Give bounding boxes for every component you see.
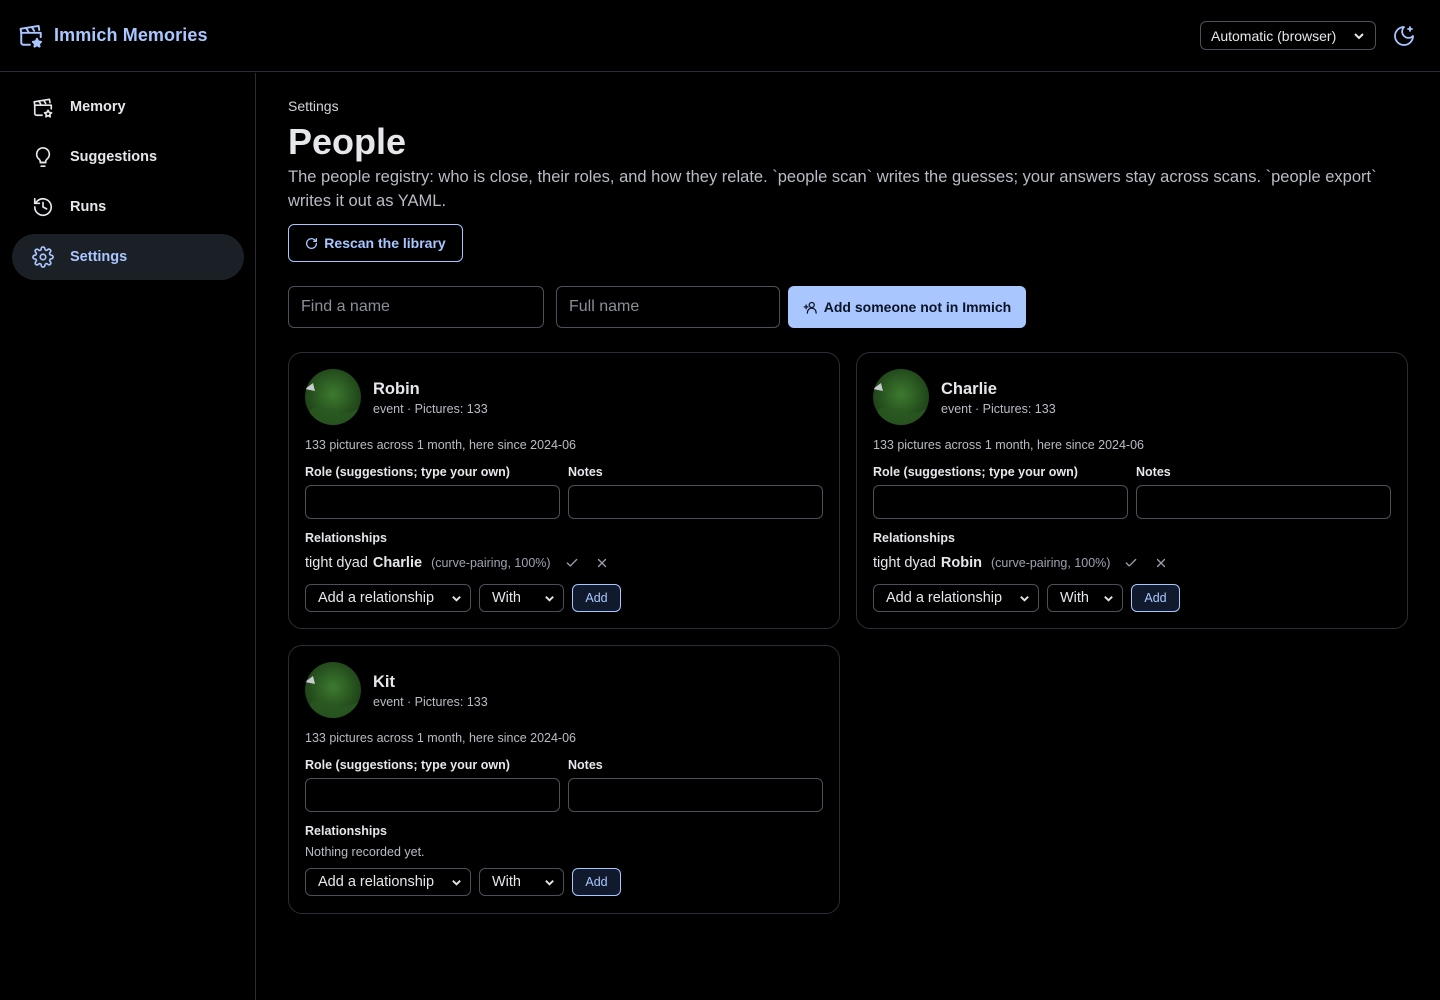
moon-star-icon[interactable] xyxy=(1392,24,1416,48)
page-description: The people registry: who is close, their… xyxy=(288,168,1377,210)
chevron-down-icon xyxy=(1020,595,1029,602)
add-relationship-value: Add a relationship xyxy=(886,590,1003,606)
with-person-value: With xyxy=(1060,590,1089,606)
notes-input[interactable] xyxy=(1136,485,1391,519)
add-relationship-select[interactable]: Add a relationship xyxy=(305,584,471,612)
breadcrumb: Settings xyxy=(288,98,339,114)
role-input[interactable] xyxy=(305,485,560,519)
theme-select[interactable]: Automatic (browser) xyxy=(1200,21,1376,50)
sidebar: Memory Suggestions Runs Settings xyxy=(0,73,256,1000)
relationships-label: Relationships xyxy=(305,531,387,545)
chevron-down-icon xyxy=(452,595,461,602)
sidebar-item-suggestions[interactable]: Suggestions xyxy=(12,134,244,180)
relationships-label: Relationships xyxy=(305,824,387,838)
sidebar-item-label: Runs xyxy=(70,199,107,215)
relationship-type: tight dyad xyxy=(873,555,936,571)
top-bar: Immich Memories Automatic (browser) xyxy=(0,0,1440,72)
relationship-type: tight dyad xyxy=(305,555,368,571)
add-relationship-value: Add a relationship xyxy=(318,874,435,890)
sidebar-item-label: Settings xyxy=(70,249,128,265)
person-meta: event · Pictures: 133 xyxy=(941,402,1056,416)
add-relationship-button[interactable]: Add xyxy=(572,868,621,896)
avatar xyxy=(305,662,361,718)
sidebar-item-runs[interactable]: Runs xyxy=(12,184,244,230)
check-icon[interactable] xyxy=(565,556,579,570)
gear-icon xyxy=(32,246,54,268)
person-name: Charlie xyxy=(941,380,997,398)
with-person-value: With xyxy=(492,590,521,606)
empty-relationships: Nothing recorded yet. xyxy=(305,845,425,859)
sidebar-item-settings[interactable]: Settings xyxy=(12,234,244,280)
chevron-down-icon xyxy=(452,879,461,886)
relationship-person: Charlie xyxy=(372,555,423,571)
sidebar-item-label: Suggestions xyxy=(70,149,158,165)
relationship-person: Robin xyxy=(940,555,982,571)
with-person-select[interactable]: With xyxy=(479,868,564,896)
relationship-row: tight dyad Charlie (curve-pairing, 100%) xyxy=(305,555,609,571)
add-relationship-select[interactable]: Add a relationship xyxy=(305,868,471,896)
role-label: Role (suggestions; type your own) xyxy=(873,465,1078,479)
role-label: Role (suggestions; type your own) xyxy=(305,758,510,772)
with-person-select[interactable]: With xyxy=(479,584,564,612)
with-person-select[interactable]: With xyxy=(1047,584,1123,612)
theme-select-value: Automatic (browser) xyxy=(1211,27,1337,44)
add-relationship-button[interactable]: Add xyxy=(1131,584,1180,612)
page-title: People xyxy=(288,121,407,162)
relationship-row: tight dyad Robin (curve-pairing, 100%) xyxy=(873,555,1168,571)
check-icon[interactable] xyxy=(1124,556,1138,570)
person-meta: event · Pictures: 133 xyxy=(373,695,488,709)
find-name-input[interactable] xyxy=(288,286,544,328)
role-label: Role (suggestions; type your own) xyxy=(305,465,510,479)
history-icon xyxy=(33,197,53,217)
person-card-charlie: Charlie event · Pictures: 133 133 pictur… xyxy=(856,352,1408,629)
role-input[interactable] xyxy=(873,485,1128,519)
role-input[interactable] xyxy=(305,778,560,812)
relationship-source: (curve-pairing, 100%) xyxy=(431,556,551,570)
refresh-icon xyxy=(306,237,318,249)
person-name: Robin xyxy=(373,380,420,398)
clapperboard-star-icon xyxy=(19,24,43,48)
notes-input[interactable] xyxy=(568,778,823,812)
main-content: Settings People The people registry: who… xyxy=(256,73,1440,1000)
chevron-down-icon xyxy=(1104,595,1113,602)
lightbulb-icon xyxy=(35,147,51,167)
person-summary: 133 pictures across 1 month, here since … xyxy=(305,731,576,745)
add-relationship-select[interactable]: Add a relationship xyxy=(873,584,1039,612)
close-icon[interactable] xyxy=(1154,556,1168,570)
chevron-down-icon xyxy=(1354,32,1364,39)
brand[interactable]: Immich Memories xyxy=(18,22,208,48)
relationship-source: (curve-pairing, 100%) xyxy=(990,556,1111,570)
person-summary: 133 pictures across 1 month, here since … xyxy=(305,438,576,452)
with-person-value: With xyxy=(492,874,521,890)
rescan-label: Rescan the library xyxy=(324,235,446,251)
close-icon[interactable] xyxy=(595,556,609,570)
add-person-label: Add someone not in Immich xyxy=(823,299,1012,315)
person-card-kit: Kit event · Pictures: 133 133 pictures a… xyxy=(288,645,840,914)
notes-label: Notes xyxy=(1136,465,1171,479)
clapperboard-icon xyxy=(33,98,53,118)
avatar xyxy=(873,369,929,425)
add-relationship-value: Add a relationship xyxy=(318,590,435,606)
person-summary: 133 pictures across 1 month, here since … xyxy=(873,438,1144,452)
person-name: Kit xyxy=(373,673,395,691)
app-title: Immich Memories xyxy=(54,24,208,45)
relationships-label: Relationships xyxy=(873,531,955,545)
chevron-down-icon xyxy=(545,595,554,602)
notes-input[interactable] xyxy=(568,485,823,519)
rescan-library-button[interactable]: Rescan the library xyxy=(288,224,463,262)
chevron-down-icon xyxy=(545,879,554,886)
notes-label: Notes xyxy=(568,465,603,479)
sidebar-item-label: Memory xyxy=(70,99,126,115)
avatar xyxy=(305,369,361,425)
full-name-input[interactable] xyxy=(556,286,780,328)
add-person-button[interactable]: Add someone not in Immich xyxy=(788,286,1026,328)
person-meta: event · Pictures: 133 xyxy=(373,402,488,416)
person-card-robin: Robin event · Pictures: 133 133 pictures… xyxy=(288,352,840,629)
sidebar-item-memory[interactable]: Memory xyxy=(12,84,244,130)
add-relationship-button[interactable]: Add xyxy=(572,584,621,612)
notes-label: Notes xyxy=(568,758,603,772)
user-plus-icon xyxy=(803,301,817,314)
